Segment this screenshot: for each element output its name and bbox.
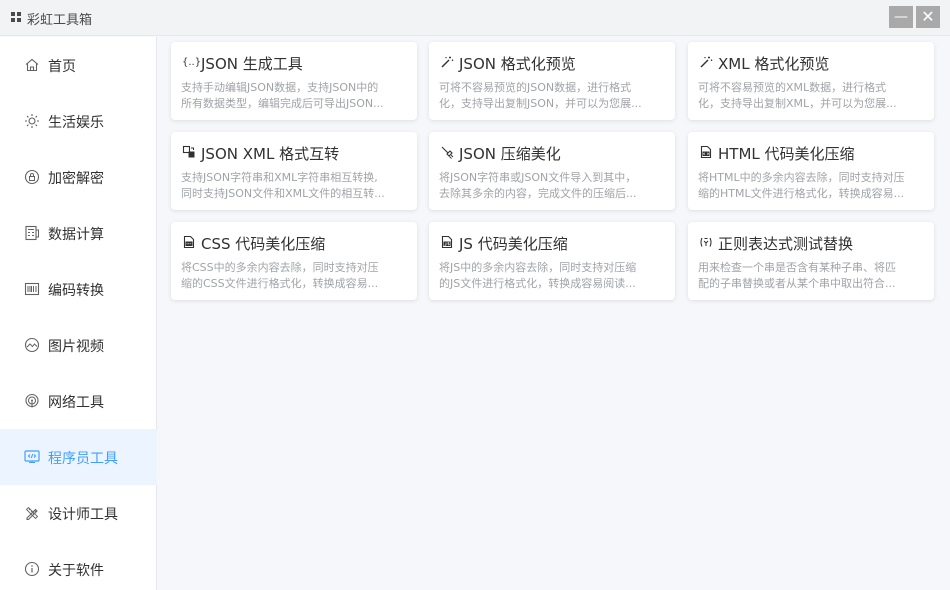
sun-icon (25, 114, 39, 128)
calculator-icon (25, 225, 39, 241)
tool-description: 将HTML中的多余内容去除，同时支持对压 缩的HTML文件进行格式化，转换成容易.… (698, 171, 905, 200)
tool-title: XML 格式化预览 (718, 55, 830, 73)
sidebar-item-label: 数据计算 (48, 227, 104, 243)
sidebar-item-media[interactable]: 图片视频 (0, 317, 157, 373)
sidebar-item-label: 图片视频 (48, 339, 104, 355)
tool-description: 支持手动编辑JSON数据，支持JSON中的 所有数据类型，编辑完成后可导出JSON… (181, 81, 384, 110)
tool-card-xml-formatter[interactable]: XML 格式化预览 可将不容易预览的XML数据，进行格式 化，支持导出复制XML，… (688, 42, 934, 120)
magic-wand-icon (441, 56, 454, 68)
file-code-icon (700, 145, 712, 159)
sidebar-item-home[interactable]: 首页 (0, 37, 157, 93)
convert-icon (182, 145, 195, 158)
file-js-icon (441, 235, 453, 249)
sidebar-item-label: 生活娱乐 (48, 115, 104, 131)
sidebar-item-calc[interactable]: 数据计算 (0, 205, 157, 261)
tool-description: 可将不容易预览的XML数据，进行格式 化，支持导出复制XML，并可以为您展... (698, 81, 897, 110)
tool-description: 将JSON字符串或JSON文件导入到其中， 去除其多余的内容，完成文件的压缩后..… (439, 171, 637, 200)
magic-wand-icon (700, 56, 713, 68)
sidebar: 首页 生活娱乐 加密解密 数据计算 编码转换 图片视频 网络工具 程序员工具 设… (0, 37, 157, 590)
tool-card-json-minify[interactable]: JSON 压缩美化 将JSON字符串或JSON文件导入到其中， 去除其多余的内容，… (429, 132, 675, 210)
sidebar-item-crypto[interactable]: 加密解密 (0, 149, 157, 205)
tool-description: 用来检查一个串是否含有某种子串、将匹 配的子串替换或者从某个串中取出符合... (698, 261, 896, 290)
tool-card-js-beautify[interactable]: JS 代码美化压缩 将JS中的多余内容去除，同时支持对压缩 的JS文件进行格式化，… (429, 222, 675, 300)
sidebar-item-label: 网络工具 (48, 395, 104, 411)
close-button[interactable]: ✕ (916, 6, 940, 28)
window-title: 彩虹工具箱 (27, 13, 93, 28)
tool-description: 将CSS中的多余内容去除，同时支持对压 缩的CSS文件进行格式化，转换成容易... (181, 261, 379, 290)
sidebar-item-label: 设计师工具 (48, 507, 118, 523)
tool-title: JSON 格式化预览 (459, 55, 576, 73)
minimize-button[interactable]: — (889, 6, 913, 28)
tool-card-html-beautify[interactable]: HTML 代码美化压缩 将HTML中的多余内容去除，同时支持对压 缩的HTML文件… (688, 132, 934, 210)
tool-card-json-generator[interactable]: {..} JSON 生成工具 支持手动编辑JSON数据，支持JSON中的 所有数据… (171, 42, 417, 120)
tool-description: 将JS中的多余内容去除，同时支持对压缩 的JS文件进行格式化，转换成容易阅读... (439, 261, 637, 290)
wifi-icon (25, 393, 39, 408)
sidebar-item-designer[interactable]: 设计师工具 (0, 485, 157, 541)
title-bar: 彩虹工具箱 — ✕ (0, 0, 950, 36)
sidebar-item-network[interactable]: 网络工具 (0, 373, 157, 429)
sidebar-item-label: 程序员工具 (48, 451, 118, 467)
sidebar-item-label: 关于软件 (48, 563, 104, 579)
tool-title: 正则表达式测试替换 (718, 235, 854, 253)
tool-title: JSON 压缩美化 (459, 145, 561, 163)
lock-icon (24, 169, 40, 185)
regex-icon (700, 237, 712, 247)
braces-icon: {..} (182, 57, 202, 68)
app-logo-icon (11, 12, 21, 22)
sidebar-item-about[interactable]: 关于软件 (0, 541, 157, 590)
sidebar-item-label: 加密解密 (48, 171, 104, 187)
tool-card-regex-test[interactable]: 正则表达式测试替换 用来检查一个串是否含有某种子串、将匹 配的子串替换或者从某个串… (688, 222, 934, 300)
tool-description: 支持JSON字符串和XML字符串相互转换, 同时支持JSON文件和XML文件的相互… (181, 171, 385, 200)
info-icon (24, 561, 40, 577)
tool-card-css-beautify[interactable]: CSS 代码美化压缩 将CSS中的多余内容去除，同时支持对压 缩的CSS文件进行格… (171, 222, 417, 300)
pencil-ruler-icon (25, 506, 39, 521)
file-css-icon (183, 235, 195, 249)
tool-title: HTML 代码美化压缩 (718, 145, 855, 163)
image-icon (24, 337, 40, 353)
brush-icon (441, 146, 454, 159)
sidebar-item-label: 编码转换 (48, 283, 104, 299)
tool-grid: {..} JSON 生成工具 支持手动编辑JSON数据，支持JSON中的 所有数据… (158, 37, 950, 590)
sidebar-item-life[interactable]: 生活娱乐 (0, 93, 157, 149)
tool-card-json-formatter[interactable]: JSON 格式化预览 可将不容易预览的JSON数据，进行格式 化，支持导出复制JS… (429, 42, 675, 120)
tool-title: JS 代码美化压缩 (459, 235, 568, 253)
sidebar-item-label: 首页 (48, 59, 76, 75)
tool-title: JSON XML 格式互转 (201, 145, 340, 163)
barcode-icon (24, 282, 40, 296)
tool-description: 可将不容易预览的JSON数据，进行格式 化，支持导出复制JSON，并可以为您展..… (439, 81, 642, 110)
home-icon (25, 58, 39, 72)
tool-title: CSS 代码美化压缩 (201, 235, 326, 253)
tool-card-json-xml-convert[interactable]: JSON XML 格式互转 支持JSON字符串和XML字符串相互转换, 同时支持J… (171, 132, 417, 210)
sidebar-item-developer[interactable]: 程序员工具 (0, 429, 157, 485)
sidebar-item-encoding[interactable]: 编码转换 (0, 261, 157, 317)
tool-title: JSON 生成工具 (201, 55, 303, 73)
code-monitor-icon (24, 450, 40, 464)
